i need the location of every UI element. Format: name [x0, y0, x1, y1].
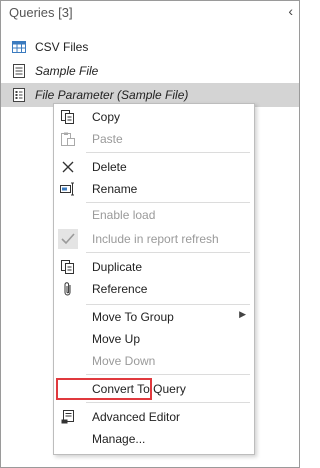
- checkmark-icon: [58, 229, 78, 249]
- menu-item-advanced-editor[interactable]: Advanced Editor: [54, 406, 254, 428]
- menu-separator: [86, 304, 250, 305]
- query-item-csv-files[interactable]: CSV Files: [1, 35, 299, 59]
- menu-item-duplicate[interactable]: Duplicate: [54, 256, 254, 278]
- menu-item-reference[interactable]: Reference: [54, 278, 254, 300]
- menu-label: Rename: [92, 182, 138, 196]
- menu-item-include-refresh[interactable]: Include in report refresh: [54, 228, 254, 250]
- paste-icon: [60, 131, 76, 147]
- menu-item-move-up[interactable]: Move Up: [54, 328, 254, 350]
- queries-pane: Queries [3] ‹ CSV Files Sample File File…: [0, 0, 300, 468]
- query-item-sample-file[interactable]: Sample File: [1, 59, 299, 83]
- table-icon: [11, 39, 27, 55]
- menu-separator: [86, 202, 250, 203]
- queries-header: Queries [3] ‹: [1, 1, 299, 25]
- menu-label: Enable load: [92, 208, 156, 222]
- chevron-left-icon[interactable]: ‹: [288, 3, 293, 19]
- document-icon: [11, 63, 27, 79]
- copy-icon: [60, 109, 76, 125]
- menu-label: Advanced Editor: [92, 410, 181, 424]
- menu-label: Manage...: [92, 432, 146, 446]
- menu-separator: [86, 152, 250, 153]
- query-list: CSV Files Sample File File Parameter (Sa…: [1, 35, 299, 107]
- menu-label: Paste: [92, 132, 123, 146]
- menu-label: Duplicate: [92, 260, 143, 274]
- menu-label: Include in report refresh: [92, 232, 219, 246]
- menu-item-delete[interactable]: Delete: [54, 156, 254, 178]
- chevron-right-icon: ▶: [239, 309, 246, 319]
- menu-label: Move Down: [92, 354, 156, 368]
- parameter-icon: [11, 87, 27, 103]
- menu-label: Move Up: [92, 332, 141, 346]
- query-label: Sample File: [35, 64, 99, 78]
- reference-highlight-box: [56, 378, 152, 400]
- menu-separator: [86, 402, 250, 403]
- menu-item-enable-load[interactable]: Enable load: [54, 204, 254, 226]
- menu-separator: [86, 252, 250, 253]
- duplicate-icon: [60, 259, 76, 275]
- advanced-editor-icon: [60, 409, 76, 425]
- menu-label: Reference: [92, 282, 148, 296]
- context-menu: Copy Paste Delete Rename Enable load Inc…: [53, 103, 255, 455]
- query-label: File Parameter (Sample File): [35, 88, 189, 102]
- menu-item-move-down[interactable]: Move Down: [54, 350, 254, 372]
- menu-item-copy[interactable]: Copy: [54, 106, 254, 128]
- menu-item-manage[interactable]: Manage...: [54, 428, 254, 450]
- menu-label: Delete: [92, 160, 127, 174]
- menu-label: Copy: [92, 110, 121, 124]
- paperclip-icon: [60, 281, 76, 297]
- queries-pane-title: Queries [3]: [9, 5, 73, 20]
- query-label: CSV Files: [35, 40, 89, 54]
- rename-icon: [60, 181, 76, 197]
- menu-separator: [86, 374, 250, 375]
- menu-label: Move To Group: [92, 310, 174, 324]
- menu-item-move-to-group[interactable]: Move To Group ▶: [54, 306, 254, 328]
- close-icon: [60, 159, 76, 175]
- menu-item-rename[interactable]: Rename: [54, 178, 254, 200]
- menu-item-paste[interactable]: Paste: [54, 128, 254, 150]
